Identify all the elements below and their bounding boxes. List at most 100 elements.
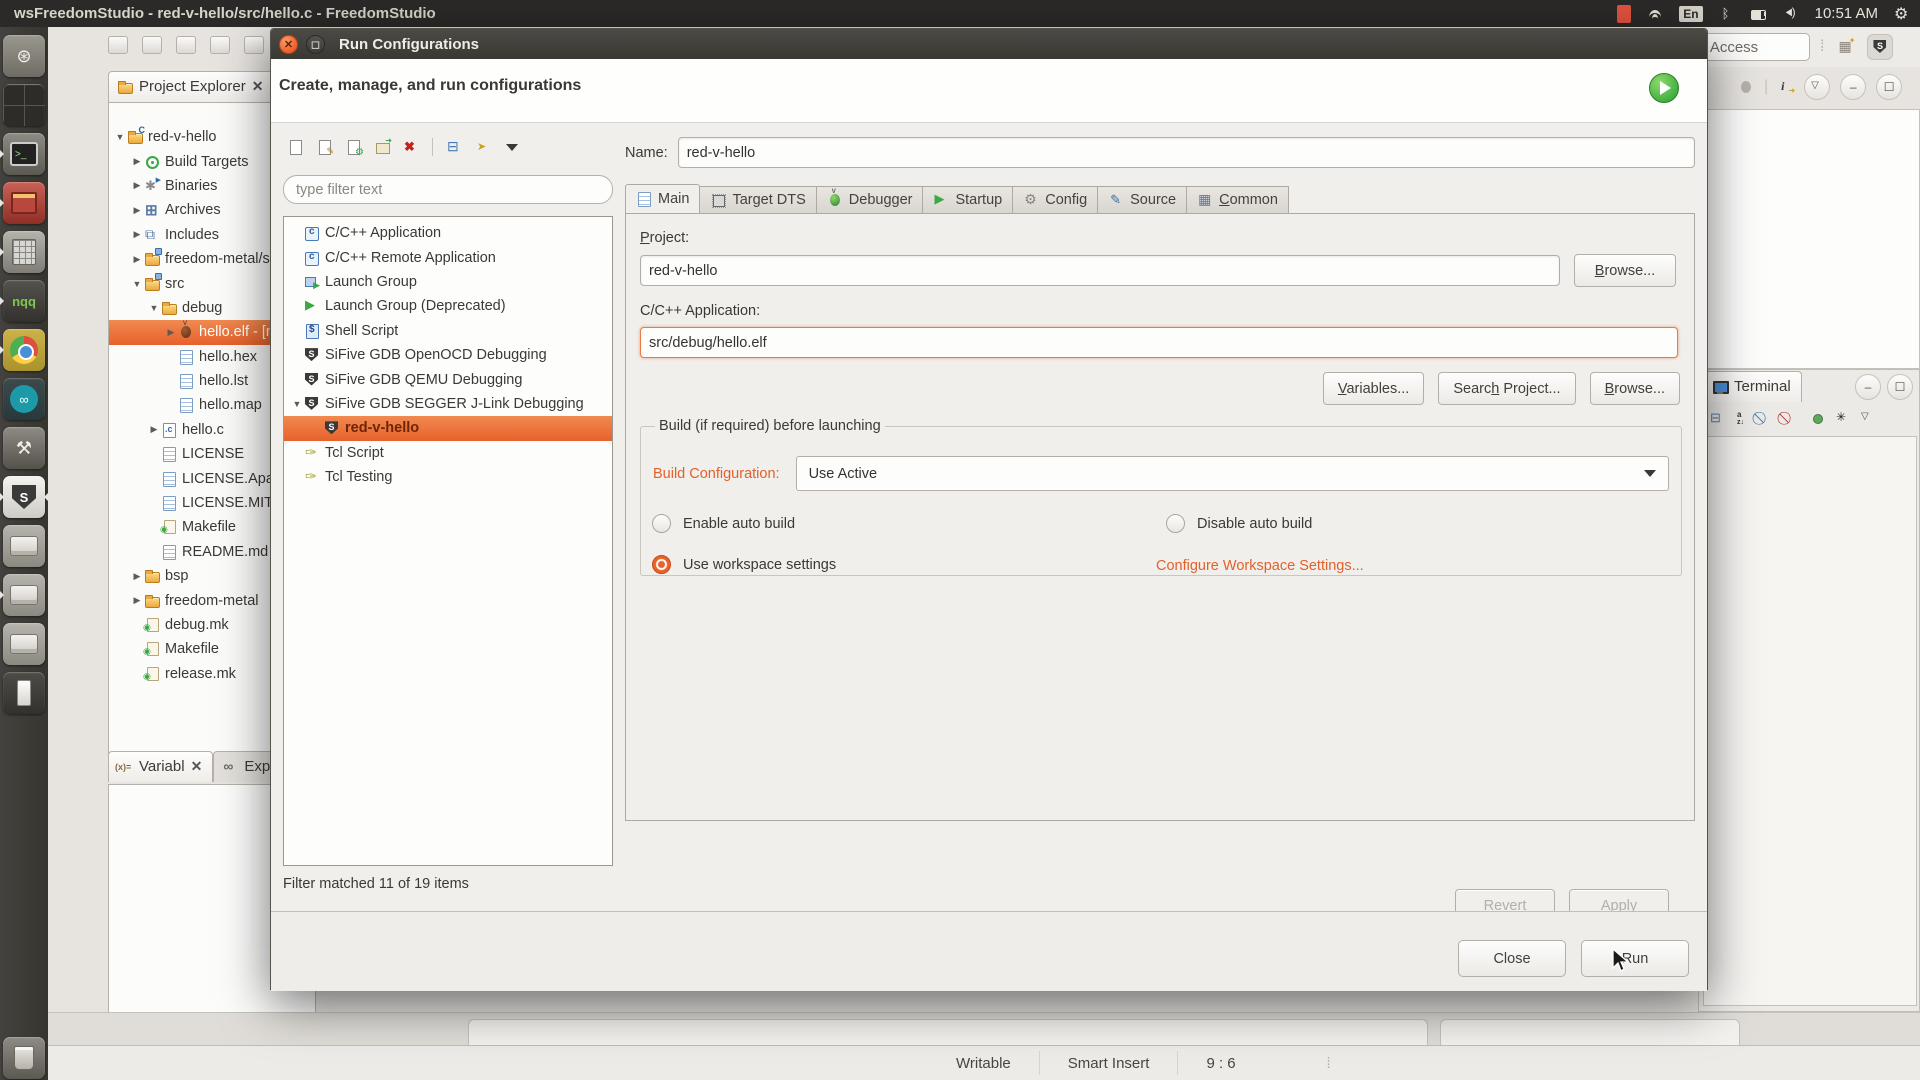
- tree-item[interactable]: C/C++ Remote Application: [284, 245, 612, 269]
- volume-icon[interactable]: [1783, 6, 1799, 22]
- tab-main[interactable]: Main: [625, 184, 700, 214]
- radio-selected-icon[interactable]: [652, 555, 671, 574]
- filter-input[interactable]: type filter text: [283, 175, 613, 204]
- dialog-title-bar[interactable]: ✕ ◻ Run Configurations: [271, 29, 1707, 59]
- tab-variables[interactable]: Variabl ✕: [108, 751, 213, 782]
- dock-arduino-ide[interactable]: ∞: [3, 378, 45, 420]
- expanded-arrow-icon[interactable]: ▼: [113, 132, 127, 142]
- tree-item[interactable]: Launch Group (Deprecated): [284, 294, 612, 318]
- export-icon[interactable]: [374, 139, 390, 155]
- tree-item[interactable]: Shell Script: [284, 319, 612, 343]
- dock-terminal-app[interactable]: >_: [3, 133, 45, 175]
- run-button[interactable]: Run: [1581, 940, 1689, 977]
- radio-icon[interactable]: [1166, 514, 1185, 533]
- dock-chrome-browser[interactable]: [3, 329, 45, 371]
- tab-project-explorer[interactable]: Project Explorer ✕: [108, 71, 274, 102]
- project-field[interactable]: [640, 255, 1560, 286]
- session-gear-icon[interactable]: [1894, 6, 1910, 22]
- nolock-icon[interactable]: [1759, 410, 1775, 426]
- delete-icon[interactable]: [403, 139, 419, 155]
- protodoc-icon[interactable]: [345, 139, 361, 155]
- collapsed-arrow-icon[interactable]: ▶: [147, 424, 161, 435]
- collapsed-arrow-icon[interactable]: ▶: [130, 180, 144, 191]
- collapsed-arrow-icon[interactable]: ▶: [130, 205, 144, 216]
- tree-item[interactable]: C/C++ Application: [284, 221, 612, 245]
- dock-hard-drive-1[interactable]: [3, 525, 45, 567]
- tab-config[interactable]: Config: [1013, 186, 1098, 214]
- dock-trash[interactable]: [3, 1037, 45, 1079]
- variables-button[interactable]: Variables...: [1323, 372, 1424, 405]
- tree-item[interactable]: SiFive GDB OpenOCD Debugging: [284, 343, 612, 367]
- close-tab-icon[interactable]: ✕: [191, 758, 203, 775]
- chevdown-icon[interactable]: [1859, 410, 1875, 426]
- view-menu-button[interactable]: [1804, 74, 1830, 100]
- configure-workspace-settings-link[interactable]: Configure Workspace Settings...: [1156, 558, 1364, 574]
- close-tab-icon[interactable]: ✕: [252, 78, 264, 95]
- maximize-terminal-button[interactable]: ☐: [1887, 374, 1913, 400]
- dialog-minimize-icon[interactable]: ◻: [306, 35, 325, 54]
- wifi-icon[interactable]: [1647, 6, 1663, 22]
- enable-auto-build-radio[interactable]: Enable auto build: [652, 514, 795, 533]
- collapsed-arrow-icon[interactable]: ▶: [130, 254, 144, 265]
- collapsed-arrow-icon[interactable]: ▶: [130, 571, 144, 582]
- menucaret-icon[interactable]: [504, 139, 520, 155]
- statusbar-drag-handle[interactable]: ⁞: [1298, 1051, 1360, 1075]
- open-perspective-icon[interactable]: [1837, 39, 1853, 55]
- maximize-view-button[interactable]: ☐: [1876, 74, 1902, 100]
- tab-debugger[interactable]: Debugger: [817, 186, 924, 214]
- collapsed-arrow-icon[interactable]: ▶: [164, 327, 178, 338]
- step-into-icon[interactable]: [1778, 79, 1794, 95]
- browse-project-button[interactable]: Browse...: [1574, 254, 1676, 287]
- expanded-arrow-icon[interactable]: ▼: [290, 399, 304, 409]
- sifive-perspective-button[interactable]: [1867, 34, 1893, 60]
- newdoc-icon[interactable]: [287, 139, 303, 155]
- toolbar-new-icon[interactable]: [108, 36, 128, 54]
- tab-terminal[interactable]: Terminal: [1703, 371, 1802, 402]
- noscroll-icon[interactable]: [1784, 410, 1800, 426]
- toolbar-debug-icon[interactable]: [176, 36, 196, 54]
- tree-item[interactable]: Tcl Testing: [284, 465, 612, 489]
- expanded-arrow-icon[interactable]: ▼: [147, 303, 161, 313]
- burst-icon[interactable]: [1834, 410, 1850, 426]
- dialog-close-icon[interactable]: ✕: [279, 35, 298, 54]
- radio-icon[interactable]: [652, 514, 671, 533]
- toolbar-run-icon[interactable]: [210, 36, 230, 54]
- pin-icon[interactable]: [1709, 410, 1725, 426]
- dock-ubuntu-dash[interactable]: ⊛: [3, 35, 45, 77]
- greendot-icon[interactable]: [1809, 410, 1825, 426]
- bluetooth-icon[interactable]: [1719, 6, 1735, 22]
- toolbar-save-icon[interactable]: [142, 36, 162, 54]
- filter-icon[interactable]: [475, 139, 491, 155]
- app-indicator-icon[interactable]: [1617, 5, 1631, 23]
- battery-icon[interactable]: [1751, 6, 1767, 22]
- collapsed-arrow-icon[interactable]: ▶: [130, 229, 144, 240]
- sortaz-icon[interactable]: [1734, 410, 1750, 426]
- quick-access-input[interactable]: k Access: [1692, 33, 1810, 61]
- browse-application-button[interactable]: Browse...: [1590, 372, 1680, 405]
- minimize-view-button[interactable]: –: [1840, 74, 1866, 100]
- tab-target-dts[interactable]: Target DTS: [700, 186, 816, 214]
- clock[interactable]: 10:51 AM: [1815, 5, 1878, 22]
- toolbar-build-icon[interactable]: [244, 36, 264, 54]
- application-field[interactable]: [640, 327, 1678, 358]
- dock-file-cabinet-app[interactable]: [3, 182, 45, 224]
- dock-notepadqq-app[interactable]: nqq: [3, 280, 45, 322]
- tree-item[interactable]: ▼ SiFive GDB SEGGER J-Link Debugging: [284, 392, 612, 416]
- keyboard-layout-icon[interactable]: En: [1679, 6, 1702, 22]
- disable-auto-build-radio[interactable]: Disable auto build: [1166, 514, 1312, 533]
- tree-item[interactable]: Launch Group: [284, 270, 612, 294]
- collapsed-arrow-icon[interactable]: ▶: [130, 156, 144, 167]
- dock-usb-drive[interactable]: [3, 672, 45, 714]
- dock-freedom-studio[interactable]: S: [3, 476, 45, 518]
- tree-item[interactable]: red-v-hello: [284, 416, 612, 440]
- tree-item[interactable]: Tcl Script: [284, 441, 612, 465]
- dock-workspace-switcher[interactable]: [3, 84, 45, 126]
- use-workspace-settings-radio[interactable]: Use workspace settings: [652, 555, 836, 574]
- minimize-terminal-button[interactable]: –: [1855, 374, 1881, 400]
- tab-common[interactable]: Common: [1187, 186, 1289, 214]
- dock-hard-drive-2[interactable]: [3, 574, 45, 616]
- dock-hard-drive-3[interactable]: [3, 623, 45, 665]
- dupdoc-icon[interactable]: [316, 139, 332, 155]
- close-button[interactable]: Close: [1458, 940, 1566, 977]
- dock-calculator-app[interactable]: [3, 231, 45, 273]
